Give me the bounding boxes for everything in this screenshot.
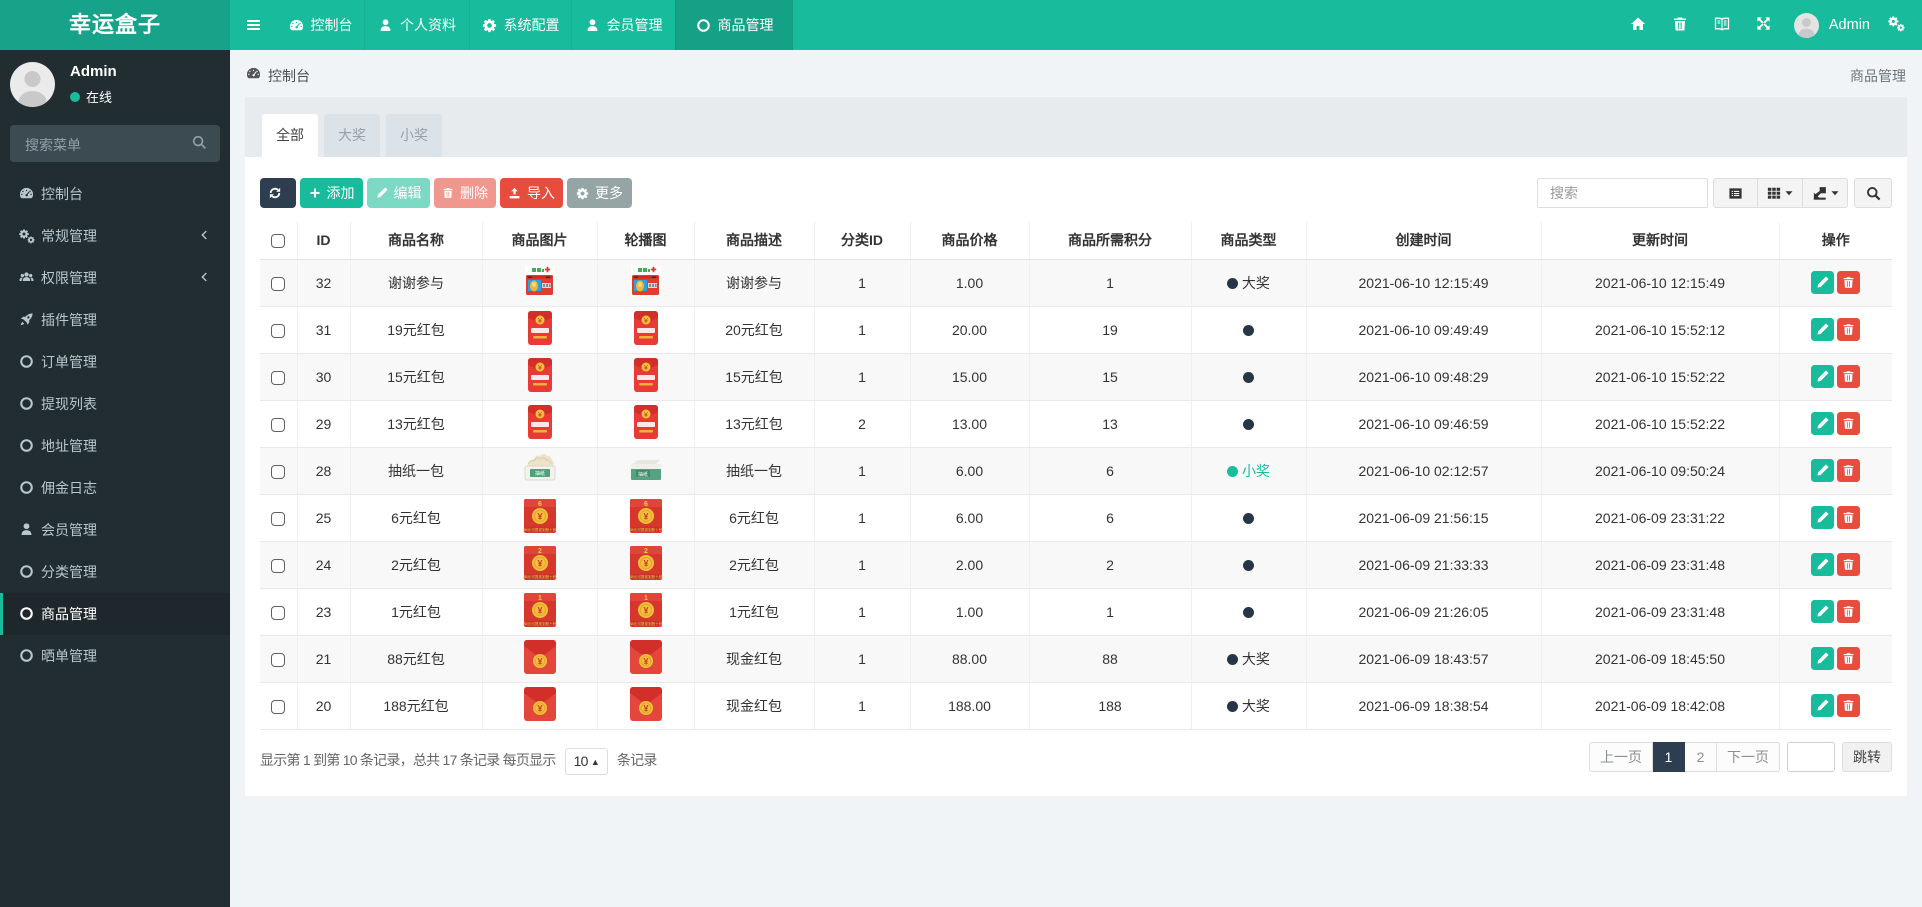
svg-text:满88元可提现到账十秒童: 满88元可提现到账十秒童 bbox=[523, 574, 557, 579]
svg-text:¥: ¥ bbox=[537, 657, 542, 667]
svg-text:2: 2 bbox=[644, 548, 648, 555]
svg-text:¥: ¥ bbox=[644, 365, 648, 372]
svg-text:¥: ¥ bbox=[537, 559, 542, 569]
svg-text:¥: ¥ bbox=[643, 606, 648, 616]
svg-text:¥: ¥ bbox=[537, 512, 542, 522]
svg-text:6: 6 bbox=[538, 501, 542, 508]
svg-text:1: 1 bbox=[644, 595, 648, 602]
svg-text:满88元可提现到账十秒童: 满88元可提现到账十秒童 bbox=[629, 527, 663, 532]
svg-text:满88元可提现到账十秒童: 满88元可提现到账十秒童 bbox=[523, 527, 557, 532]
svg-text:¥: ¥ bbox=[643, 704, 648, 714]
svg-text:¥: ¥ bbox=[643, 512, 648, 522]
svg-text:¥: ¥ bbox=[538, 318, 542, 325]
svg-text:1: 1 bbox=[538, 595, 542, 602]
svg-text:6: 6 bbox=[644, 501, 648, 508]
svg-text:¥: ¥ bbox=[643, 559, 648, 569]
svg-text:¥: ¥ bbox=[643, 657, 648, 667]
svg-text:抽纸: 抽纸 bbox=[534, 470, 544, 477]
svg-text:满88元可提现到账十秒童: 满88元可提现到账十秒童 bbox=[629, 621, 663, 626]
svg-text:满88元可提现到账十秒童: 满88元可提现到账十秒童 bbox=[629, 574, 663, 579]
svg-text:¥: ¥ bbox=[644, 318, 648, 325]
svg-text:¥: ¥ bbox=[644, 412, 648, 419]
svg-text:抽纸: 抽纸 bbox=[637, 471, 647, 478]
svg-text:¥: ¥ bbox=[537, 606, 542, 616]
svg-text:¥: ¥ bbox=[537, 704, 542, 714]
svg-text:2: 2 bbox=[538, 548, 542, 555]
svg-text:满88元可提现到账十秒童: 满88元可提现到账十秒童 bbox=[523, 621, 557, 626]
svg-text:¥: ¥ bbox=[538, 412, 542, 419]
svg-text:¥: ¥ bbox=[538, 365, 542, 372]
